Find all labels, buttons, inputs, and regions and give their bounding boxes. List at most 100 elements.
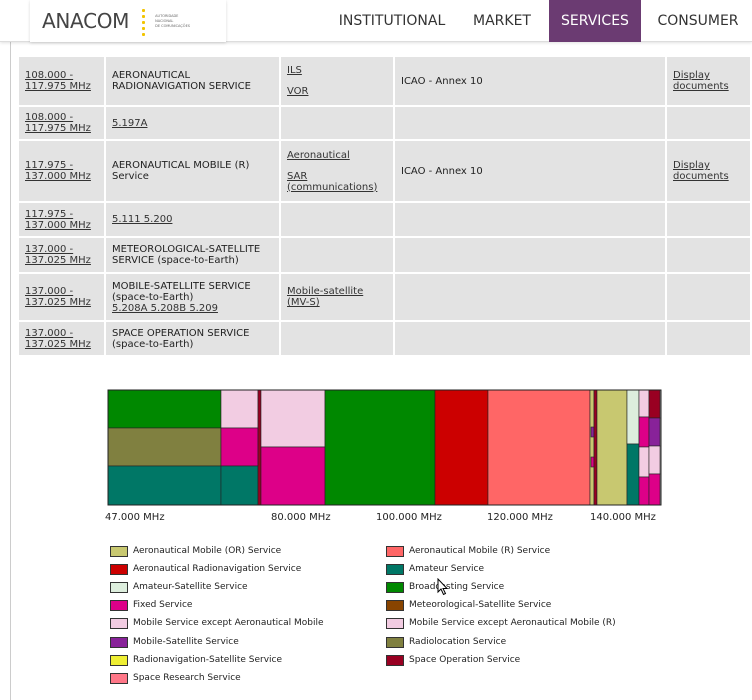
legend-item: Amateur-Satellite Service: [110, 578, 386, 596]
application-link[interactable]: Aeronautical: [287, 150, 387, 161]
table-row: 137.000 - 137.025 MHz SPACE OPERATION SE…: [19, 322, 750, 355]
display-documents-link[interactable]: Display documents: [673, 160, 729, 182]
legend-label: Mobile Service except Aeronautical Mobil…: [409, 618, 616, 629]
legend-swatch: [386, 545, 404, 557]
legend-label: Space Operation Service: [409, 654, 521, 665]
legend-label: Aeronautical Radionavigation Service: [133, 563, 302, 574]
allocation-blocks: [107, 389, 661, 506]
allocation-block[interactable]: [220, 389, 259, 429]
allocation-block[interactable]: [648, 473, 661, 506]
allocation-block[interactable]: [590, 426, 595, 438]
legend-label: Radionavigation-Satellite Service: [133, 654, 283, 665]
legend-label: Radiolocation Service: [409, 636, 507, 647]
legend-item: Aeronautical Mobile (R) Service: [386, 542, 662, 560]
application-link[interactable]: Mobile-satellite (MV-S): [287, 286, 363, 308]
table-row: 137.000 - 137.025 MHz METEOROLOGICAL-SAT…: [19, 238, 750, 272]
allocation-block[interactable]: [107, 427, 222, 467]
tick-label: 120.000 MHz: [487, 512, 553, 523]
application-link[interactable]: ILS: [287, 65, 387, 76]
allocation-block[interactable]: [593, 389, 598, 506]
legend-label: Broadcasting Service: [409, 581, 505, 592]
allocation-block[interactable]: [638, 389, 650, 418]
legend-item: Mobile-Satellite Service: [110, 633, 386, 651]
footnote-link[interactable]: 5.197A: [112, 118, 147, 129]
mouse-pointer-icon: [437, 578, 449, 596]
display-documents-link[interactable]: Display documents: [673, 70, 729, 92]
standard-cell: ICAO - Annex 10: [395, 57, 667, 105]
band-link[interactable]: 137.000 - 137.025 MHz: [25, 328, 91, 350]
allocation-block[interactable]: [220, 427, 259, 467]
legend-swatch: [110, 545, 128, 557]
legend-swatch: [110, 600, 128, 612]
allocation-block[interactable]: [648, 389, 661, 419]
footnote-link[interactable]: 5.208A 5.208B 5.209: [112, 303, 218, 314]
nav-institutional[interactable]: INSTITUTIONAL: [328, 0, 456, 42]
legend-swatch: [110, 672, 128, 684]
legend-label: Aeronautical Mobile (OR) Service: [133, 545, 282, 556]
allocation-block[interactable]: [638, 446, 650, 478]
allocation-block[interactable]: [107, 389, 222, 429]
legend-label: Amateur-Satellite Service: [133, 581, 248, 592]
band-link[interactable]: 117.975 - 137.000 MHz: [25, 160, 91, 182]
allocation-block[interactable]: [596, 389, 628, 506]
legend-label: Space Research Service: [133, 672, 241, 683]
legend-label: Mobile Service except Aeronautical Mobil…: [133, 618, 324, 629]
application-link[interactable]: VOR: [287, 86, 387, 97]
allocation-block[interactable]: [107, 465, 222, 506]
legend-swatch: [110, 581, 128, 593]
allocation-block[interactable]: [257, 389, 262, 506]
legend-item: Meteorological-Satellite Service: [386, 597, 662, 615]
legend-swatch: [110, 636, 128, 648]
allocation-block[interactable]: [638, 416, 650, 448]
legend-swatch: [386, 563, 404, 575]
nav-services[interactable]: SERVICES: [549, 0, 641, 42]
legend-label: Amateur Service: [409, 563, 485, 574]
allocation-block[interactable]: [260, 446, 326, 506]
legend-item: Mobile Service except Aeronautical Mobil…: [386, 615, 662, 633]
service-cell: AERONAUTICAL MOBILE (R) Service: [106, 141, 281, 201]
table-row: 117.975 - 137.000 MHz 5.111 5.200: [19, 203, 750, 236]
allocation-block[interactable]: [638, 476, 650, 506]
band-link[interactable]: 137.000 - 137.025 MHz: [25, 286, 91, 308]
legend-swatch: [386, 618, 404, 630]
allocation-block[interactable]: [260, 389, 326, 448]
band-link[interactable]: 137.000 - 137.025 MHz: [25, 244, 91, 266]
allocation-block[interactable]: [589, 389, 595, 506]
allocation-block[interactable]: [626, 443, 640, 506]
logo-subtitle: AUTORIDADE NACIONAL DE COMUNICAÇÕES: [155, 13, 190, 28]
legend-item: Broadcasting Service: [386, 578, 662, 596]
allocation-block[interactable]: [324, 389, 436, 506]
band-link[interactable]: 108.000 - 117.975 MHz: [25, 70, 91, 92]
legend-swatch: [386, 654, 404, 666]
band-link[interactable]: 108.000 - 117.975 MHz: [25, 112, 91, 134]
legend-item: Mobile Service except Aeronautical Mobil…: [110, 615, 386, 633]
tick-label: 140.000 MHz: [590, 512, 656, 523]
allocation-block[interactable]: [626, 389, 640, 445]
table-row: 117.975 - 137.000 MHz AERONAUTICAL MOBIL…: [19, 141, 750, 201]
legend-item: Space Research Service: [110, 669, 386, 687]
allocation-block[interactable]: [648, 417, 661, 447]
allocation-block[interactable]: [590, 456, 595, 468]
standard-cell: ICAO - Annex 10: [395, 141, 667, 201]
frequency-table: 108.000 - 117.975 MHz AERONAUTICAL RADIO…: [19, 55, 750, 357]
nav-consumer[interactable]: CONSUMER: [648, 0, 748, 42]
legend-item: Aeronautical Radionavigation Service: [110, 560, 386, 578]
allocation-block[interactable]: [648, 445, 661, 475]
legend-swatch: [386, 600, 404, 612]
tick-label: 47.000 MHz: [105, 512, 165, 523]
legend-label: Fixed Service: [133, 600, 193, 611]
logo-text: ANACOM: [42, 9, 130, 33]
footnote-link[interactable]: 5.111 5.200: [112, 214, 172, 225]
legend-swatch: [110, 563, 128, 575]
service-cell: METEOROLOGICAL-SATELLITE SERVICE (space-…: [106, 238, 281, 272]
application-link[interactable]: SAR (communications): [287, 171, 387, 193]
band-link[interactable]: 117.975 - 137.000 MHz: [25, 209, 91, 231]
allocation-block[interactable]: [434, 389, 489, 506]
allocation-block[interactable]: [487, 389, 591, 506]
band-allocation-chart[interactable]: 47.000 MHz 80.000 MHz 100.000 MHz 120.00…: [105, 387, 665, 527]
legend-item: Radionavigation-Satellite Service: [110, 651, 386, 669]
allocation-block[interactable]: [220, 465, 259, 506]
nav-market[interactable]: MARKET: [462, 0, 542, 42]
anacom-logo[interactable]: ANACOM AUTORIDADE NACIONAL DE COMUNICAÇÕ…: [30, 0, 226, 42]
legend-label: Aeronautical Mobile (R) Service: [409, 545, 551, 556]
